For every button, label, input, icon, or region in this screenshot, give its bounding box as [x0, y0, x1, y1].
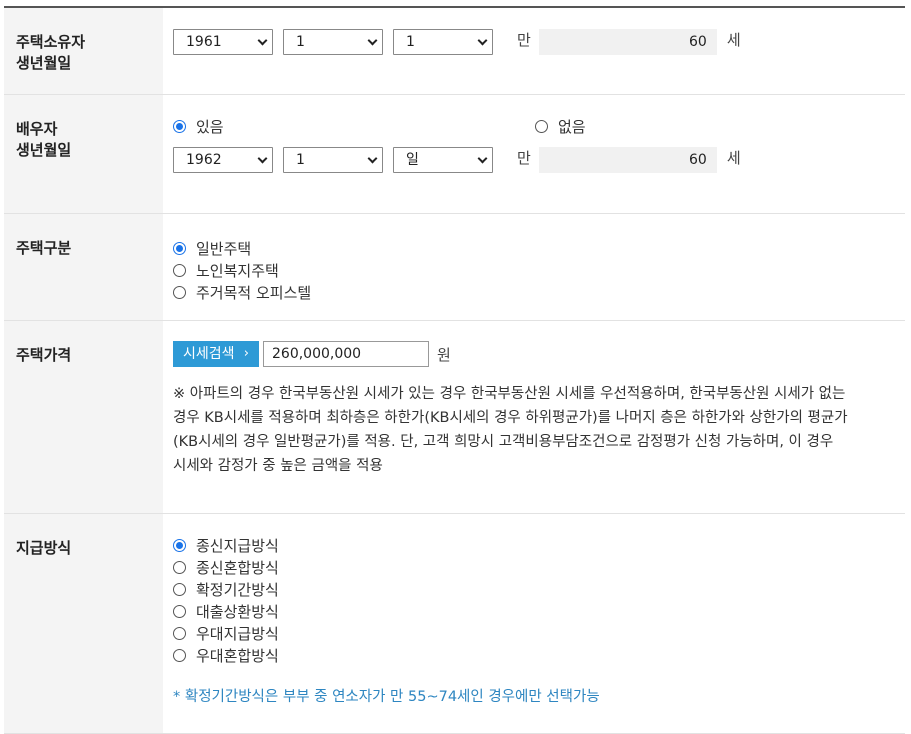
house-price-row: 주택가격 시세검색 › 260,000,000 원 ※ 아파트의 경우 한국부동… [4, 321, 905, 514]
chevron-down-icon [257, 153, 268, 164]
spouse-yes-radio[interactable]: 있음 [173, 115, 535, 137]
spouse-day-select[interactable]: 일 [393, 147, 493, 173]
payment-method-label: 지급방식 [4, 514, 163, 733]
spouse-birth-label: 배우자 생년월일 [4, 95, 163, 213]
house-type-label: 주택구분 [4, 214, 163, 320]
owner-birth-row: 주택소유자 생년월일 1961 1 1 만 60 세 [4, 8, 905, 95]
radio-unchecked-icon [535, 119, 548, 133]
spouse-age-display: 60 [538, 147, 717, 173]
payment-option-lifetime[interactable]: 종신지급방식 [173, 534, 905, 556]
radio-unchecked-icon [173, 285, 186, 299]
payment-option-preferred-mixed[interactable]: 우대혼합방식 [173, 644, 905, 666]
payment-option-fixed-term[interactable]: 확정기간방식 [173, 578, 905, 600]
payment-note: * 확정기간방식은 부부 중 연소자가 만 55~74세인 경우에만 선택가능 [173, 689, 600, 705]
house-type-row: 주택구분 일반주택 노인복지주택 주거목적 오피스텔 [4, 214, 905, 321]
house-type-option-senior[interactable]: 노인복지주택 [173, 259, 905, 281]
radio-unchecked-icon [173, 582, 186, 596]
payment-option-loan-repayment[interactable]: 대출상환방식 [173, 600, 905, 622]
radio-checked-icon [173, 241, 186, 255]
chevron-down-icon [477, 153, 488, 164]
owner-year-select[interactable]: 1961 [173, 29, 273, 55]
price-search-button[interactable]: 시세검색 › [173, 341, 259, 367]
spouse-age-unit: 세 [726, 148, 741, 167]
chevron-right-icon: › [243, 346, 249, 361]
radio-checked-icon [173, 538, 186, 552]
price-unit: 원 [437, 345, 451, 364]
spouse-year-select[interactable]: 1962 [173, 147, 273, 173]
payment-option-lifetime-mixed[interactable]: 종신혼합방식 [173, 556, 905, 578]
house-price-input[interactable]: 260,000,000 [263, 341, 429, 367]
spouse-no-radio[interactable]: 없음 [535, 115, 586, 137]
radio-checked-icon [173, 119, 186, 133]
owner-age-unit: 세 [726, 30, 741, 49]
chevron-down-icon [367, 35, 378, 46]
radio-unchecked-icon [173, 560, 186, 574]
payment-option-preferred[interactable]: 우대지급방식 [173, 622, 905, 644]
radio-unchecked-icon [173, 604, 186, 618]
owner-man-label: 만 [517, 30, 531, 49]
chevron-down-icon [257, 35, 268, 46]
owner-day-select[interactable]: 1 [393, 29, 493, 55]
owner-age-display: 60 [538, 29, 717, 55]
reverse-mortgage-form: 주택소유자 생년월일 1961 1 1 만 60 세 배우자 생년월일 있음 없… [4, 6, 905, 734]
chevron-down-icon [367, 153, 378, 164]
house-price-label: 주택가격 [4, 321, 163, 513]
chevron-down-icon [477, 35, 488, 46]
spouse-man-label: 만 [517, 148, 531, 167]
owner-month-select[interactable]: 1 [283, 29, 383, 55]
radio-unchecked-icon [173, 648, 186, 662]
payment-method-row: 지급방식 종신지급방식 종신혼합방식 확정기간방식 대출상환방식 우대지급방식 … [4, 514, 905, 734]
owner-birth-label: 주택소유자 생년월일 [4, 8, 163, 94]
radio-unchecked-icon [173, 626, 186, 640]
spouse-month-select[interactable]: 1 [283, 147, 383, 173]
spouse-birth-row: 배우자 생년월일 있음 없음 1962 1 일 만 60 세 [4, 95, 905, 214]
radio-unchecked-icon [173, 263, 186, 277]
house-type-option-officetel[interactable]: 주거목적 오피스텔 [173, 281, 905, 303]
price-note: ※ 아파트의 경우 한국부동산원 시세가 있는 경우 한국부동산원 시세를 우선… [173, 386, 848, 474]
house-type-option-general[interactable]: 일반주택 [173, 237, 905, 259]
